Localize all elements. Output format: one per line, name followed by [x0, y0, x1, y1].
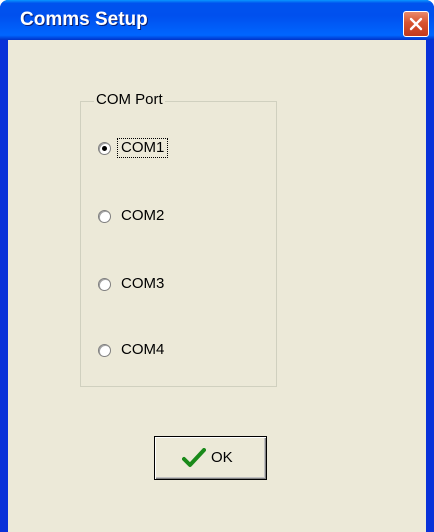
radio-button-icon [98, 142, 111, 155]
ok-button-label: OK [211, 449, 233, 466]
radio-label-com4: COM4 [121, 341, 165, 358]
radio-label-com1: COM1 [116, 138, 169, 158]
close-button[interactable] [403, 11, 429, 37]
com-port-group-label: COM Port [94, 91, 165, 109]
radio-button-icon [98, 344, 111, 357]
dialog-body: COM Port COM1 COM2 COM3 COM4 OK [8, 40, 426, 532]
close-icon [409, 17, 423, 31]
radio-button-icon [98, 210, 111, 223]
radio-selected-dot [102, 146, 107, 151]
checkmark-icon [182, 448, 206, 467]
title-bar[interactable]: Comms Setup [0, 0, 434, 40]
ok-button[interactable]: OK [154, 436, 267, 480]
window-title: Comms Setup [20, 9, 148, 30]
comms-setup-dialog: Comms Setup COM Port COM1 COM2 COM3 COM4 [0, 0, 434, 532]
radio-button-icon [98, 278, 111, 291]
radio-label-com3: COM3 [121, 275, 165, 292]
radio-label-com2: COM2 [121, 207, 165, 224]
